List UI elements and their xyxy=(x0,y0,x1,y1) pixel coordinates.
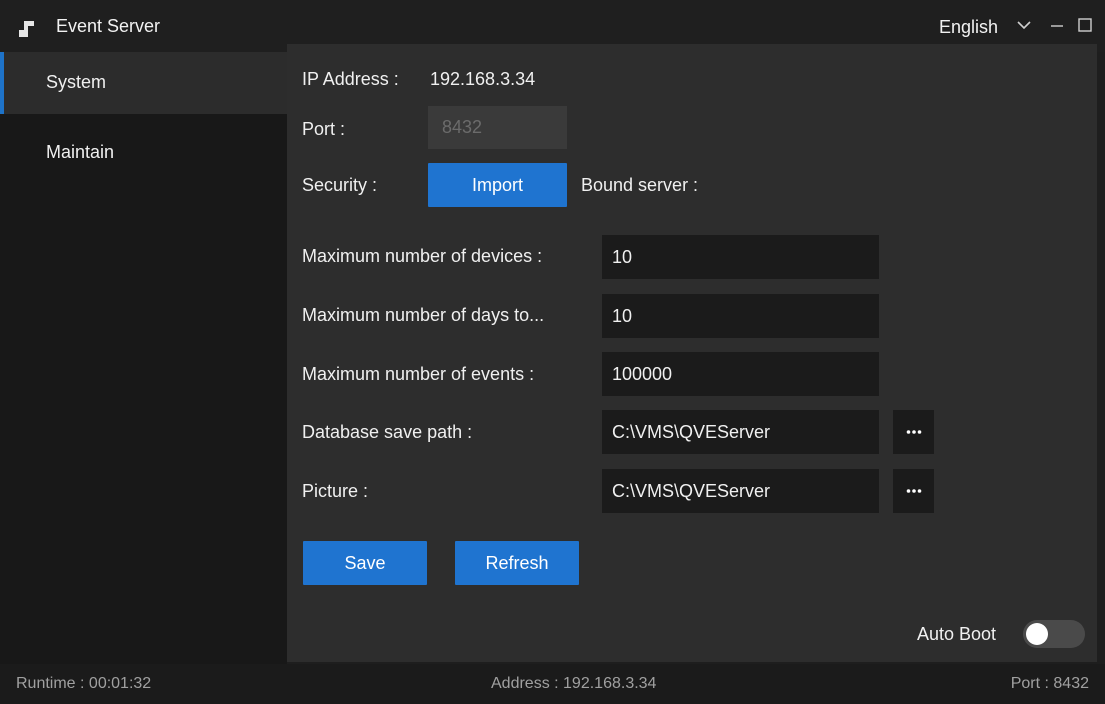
sidebar-item-maintain[interactable]: Maintain xyxy=(0,122,287,184)
language-selector[interactable]: English xyxy=(939,17,998,38)
sidebar-item-label: System xyxy=(46,72,107,92)
picture-path-input[interactable] xyxy=(602,469,879,513)
db-path-label: Database save path : xyxy=(302,422,473,442)
app-title: Event Server xyxy=(56,16,161,36)
bound-server-label: Bound server : xyxy=(581,175,699,195)
runtime-status: Runtime : 00:01:32 xyxy=(16,675,152,692)
max-events-label: Maximum number of events : xyxy=(302,364,535,384)
max-days-label: Maximum number of days to... xyxy=(302,305,545,325)
active-indicator xyxy=(0,52,4,114)
more-dots-icon xyxy=(906,489,921,493)
port-label: Port : xyxy=(302,119,346,139)
app-logo-icon xyxy=(19,21,34,37)
chevron-down-icon[interactable] xyxy=(1014,15,1034,35)
max-events-input[interactable] xyxy=(602,352,879,396)
picture-browse-button[interactable] xyxy=(893,469,934,513)
picture-label: Picture : xyxy=(302,481,369,501)
settings-panel: IP Address : 192.168.3.34 Port : Securit… xyxy=(287,44,1097,662)
sidebar-item-label: Maintain xyxy=(46,142,115,162)
ip-address-label: IP Address : xyxy=(302,69,399,89)
max-days-input[interactable] xyxy=(602,294,879,338)
ip-address-value: 192.168.3.34 xyxy=(430,69,536,89)
save-button[interactable]: Save xyxy=(303,541,427,585)
db-path-browse-button[interactable] xyxy=(893,410,934,454)
port-status: Port : 8432 xyxy=(1010,675,1089,692)
more-dots-icon xyxy=(906,430,921,434)
import-button[interactable]: Import xyxy=(428,163,567,207)
db-path-input[interactable] xyxy=(602,410,879,454)
refresh-button[interactable]: Refresh xyxy=(455,541,579,585)
status-bar: Runtime : 00:01:32 Address : 192.168.3.3… xyxy=(0,664,1105,704)
minimize-icon[interactable] xyxy=(1048,15,1066,35)
maximize-icon[interactable] xyxy=(1076,15,1094,35)
toggle-knob xyxy=(1026,623,1048,645)
sidebar-item-system[interactable]: System xyxy=(0,52,287,114)
max-devices-input[interactable] xyxy=(602,235,879,279)
auto-boot-label: Auto Boot xyxy=(917,624,997,644)
address-status: Address : 192.168.3.34 xyxy=(491,675,657,692)
security-label: Security : xyxy=(302,175,378,195)
sidebar: System Maintain xyxy=(0,52,287,664)
auto-boot-toggle[interactable] xyxy=(1023,620,1085,648)
max-devices-label: Maximum number of devices : xyxy=(302,246,543,266)
port-field xyxy=(428,106,567,149)
